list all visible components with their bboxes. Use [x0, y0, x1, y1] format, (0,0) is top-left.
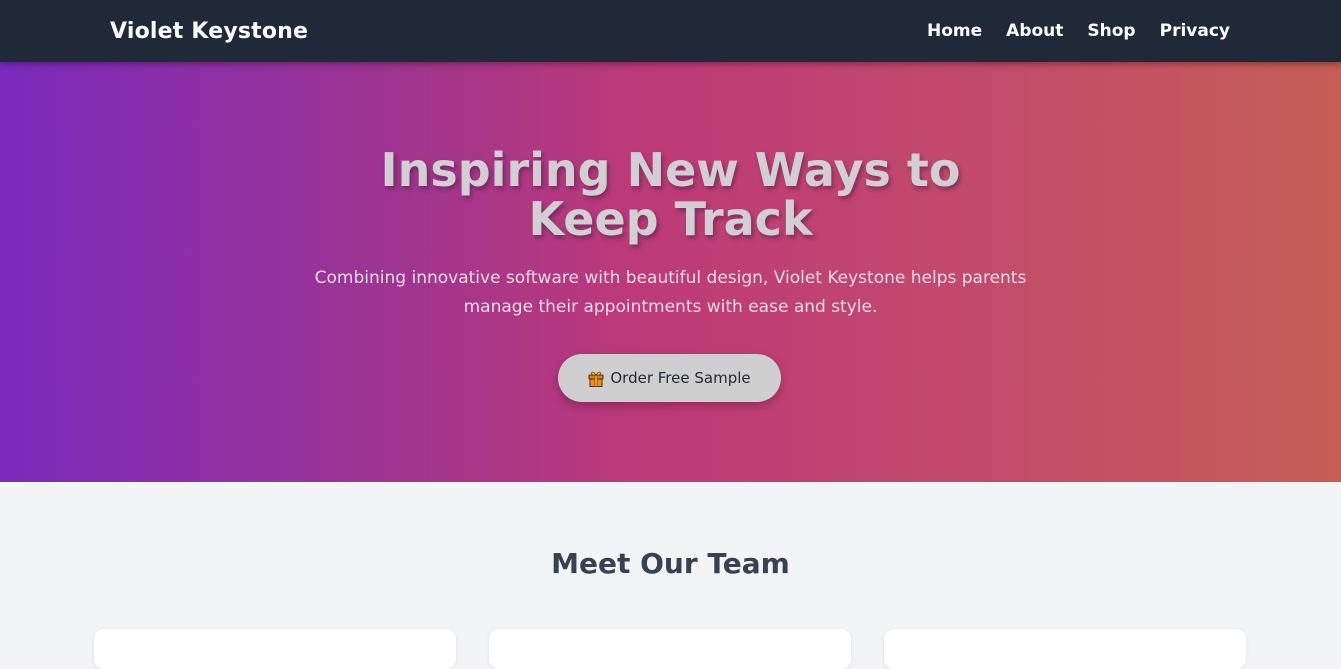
nav-link-about[interactable]: About: [1006, 21, 1063, 41]
gift-icon: [588, 370, 604, 387]
team-member-card: [884, 629, 1246, 669]
team-member-card: [489, 629, 851, 669]
nav-item-home: Home: [927, 18, 982, 44]
hero-title: Inspiring New Ways to Keep Track: [380, 143, 961, 246]
nav-links: Home About Shop Privacy: [927, 18, 1230, 44]
team-member-card: [94, 629, 456, 669]
team-section: Meet Our Team: [0, 482, 1341, 669]
nav-item-about: About: [1006, 18, 1063, 44]
nav-item-shop: Shop: [1087, 18, 1135, 44]
nav-link-privacy[interactable]: Privacy: [1160, 21, 1230, 41]
nav-item-privacy: Privacy: [1160, 18, 1230, 44]
hero-section: Inspiring New Ways to Keep Track Combini…: [0, 62, 1341, 482]
order-free-sample-button[interactable]: Order Free Sample: [558, 354, 781, 402]
nav-link-shop[interactable]: Shop: [1087, 21, 1135, 41]
brand-logo-link[interactable]: Violet Keystone: [110, 17, 308, 47]
order-free-sample-label: Order Free Sample: [610, 369, 751, 387]
hero-subtitle: Combining innovative software with beaut…: [314, 268, 1027, 317]
nav-link-home[interactable]: Home: [927, 21, 982, 41]
top-navbar: Violet Keystone Home About Shop Privacy: [0, 0, 1341, 62]
team-section-title: Meet Our Team: [551, 547, 790, 580]
